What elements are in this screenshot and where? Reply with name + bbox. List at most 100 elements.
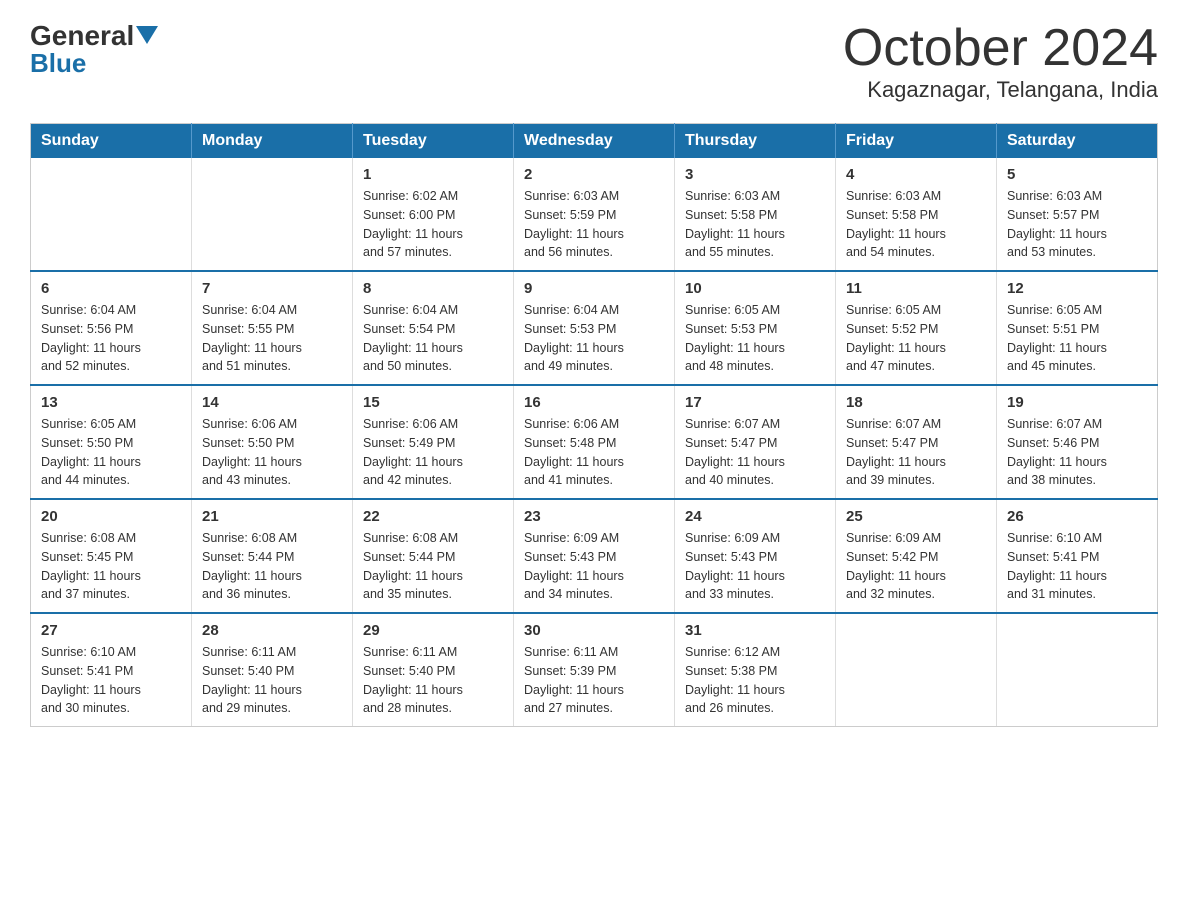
calendar-cell: 19Sunrise: 6:07 AM Sunset: 5:46 PM Dayli… xyxy=(997,385,1158,499)
day-info: Sunrise: 6:04 AM Sunset: 5:56 PM Dayligh… xyxy=(41,301,181,376)
day-number: 29 xyxy=(363,622,503,639)
calendar-cell: 14 Sunrise: 6:06 AM Sunset: 5:50 PM Dayli… xyxy=(192,385,353,499)
day-number: 9 xyxy=(524,280,664,297)
month-title: October 2024 xyxy=(843,20,1158,77)
day-number: 2 xyxy=(524,166,664,183)
calendar-cell: 18Sunrise: 6:07 AM Sunset: 5:47 PM Dayli… xyxy=(836,385,997,499)
day-info: Sunrise: 6:03 AM Sunset: 5:57 PM Dayligh… xyxy=(1007,187,1147,262)
calendar-cell xyxy=(192,158,353,271)
day-info: Sunrise: 6:10 AM Sunset: 5:41 PM Dayligh… xyxy=(41,643,181,718)
day-header-saturday: Saturday xyxy=(997,124,1158,159)
day-number: 6 xyxy=(41,280,181,297)
day-info: Sunrise: 6:08 AM Sunset: 5:44 PM Dayligh… xyxy=(202,529,342,604)
day-number: 28 xyxy=(202,622,342,639)
day-number: 4 xyxy=(846,166,986,183)
day-info: Sunrise: 6:02 AM Sunset: 6:00 PM Dayligh… xyxy=(363,187,503,262)
day-info: Sunrise: 6:03 AM Sunset: 5:58 PM Dayligh… xyxy=(685,187,825,262)
calendar-cell: 12Sunrise: 6:05 AM Sunset: 5:51 PM Dayli… xyxy=(997,271,1158,385)
day-number: 18 xyxy=(846,394,986,411)
day-info: Sunrise: 6:12 AM Sunset: 5:38 PM Dayligh… xyxy=(685,643,825,718)
day-header-sunday: Sunday xyxy=(31,124,192,159)
day-number: 15 xyxy=(363,394,503,411)
page-header: General Blue October 2024 Kagaznagar, Te… xyxy=(30,20,1158,103)
day-number: 1 xyxy=(363,166,503,183)
calendar-cell: 20 Sunrise: 6:08 AM Sunset: 5:45 PM Dayli… xyxy=(31,499,192,613)
day-info: Sunrise: 6:05 AM Sunset: 5:53 PM Dayligh… xyxy=(685,301,825,376)
day-info: Sunrise: 6:03 AM Sunset: 5:58 PM Dayligh… xyxy=(846,187,986,262)
day-number: 11 xyxy=(846,280,986,297)
day-number: 16 xyxy=(524,394,664,411)
day-number: 7 xyxy=(202,280,342,297)
day-number: 20 xyxy=(41,508,181,525)
location-title: Kagaznagar, Telangana, India xyxy=(843,77,1158,103)
calendar-cell: 5 Sunrise: 6:03 AM Sunset: 5:57 PM Daylig… xyxy=(997,158,1158,271)
calendar-cell: 8Sunrise: 6:04 AM Sunset: 5:54 PM Daylig… xyxy=(353,271,514,385)
day-number: 13 xyxy=(41,394,181,411)
day-info: Sunrise: 6:06 AM Sunset: 5:50 PM Dayligh… xyxy=(202,415,342,490)
calendar-week-row: 13Sunrise: 6:05 AM Sunset: 5:50 PM Dayli… xyxy=(31,385,1158,499)
calendar-cell: 9 Sunrise: 6:04 AM Sunset: 5:53 PM Daylig… xyxy=(514,271,675,385)
day-info: Sunrise: 6:11 AM Sunset: 5:39 PM Dayligh… xyxy=(524,643,664,718)
day-number: 21 xyxy=(202,508,342,525)
calendar-cell: 17Sunrise: 6:07 AM Sunset: 5:47 PM Dayli… xyxy=(675,385,836,499)
calendar-cell: 28Sunrise: 6:11 AM Sunset: 5:40 PM Dayli… xyxy=(192,613,353,727)
day-number: 12 xyxy=(1007,280,1147,297)
logo-triangle-icon xyxy=(136,26,158,48)
day-header-thursday: Thursday xyxy=(675,124,836,159)
day-header-wednesday: Wednesday xyxy=(514,124,675,159)
calendar-cell: 16 Sunrise: 6:06 AM Sunset: 5:48 PM Dayli… xyxy=(514,385,675,499)
calendar-header-row: SundayMondayTuesdayWednesdayThursdayFrid… xyxy=(31,124,1158,159)
calendar-week-row: 20 Sunrise: 6:08 AM Sunset: 5:45 PM Dayli… xyxy=(31,499,1158,613)
calendar-cell: 11 Sunrise: 6:05 AM Sunset: 5:52 PM Dayli… xyxy=(836,271,997,385)
day-number: 24 xyxy=(685,508,825,525)
day-number: 3 xyxy=(685,166,825,183)
calendar-week-row: 27 Sunrise: 6:10 AM Sunset: 5:41 PM Dayli… xyxy=(31,613,1158,727)
day-info: Sunrise: 6:04 AM Sunset: 5:53 PM Dayligh… xyxy=(524,301,664,376)
calendar-cell xyxy=(31,158,192,271)
calendar-cell: 2 Sunrise: 6:03 AM Sunset: 5:59 PM Daylig… xyxy=(514,158,675,271)
logo: General Blue xyxy=(30,20,158,79)
day-info: Sunrise: 6:04 AM Sunset: 5:55 PM Dayligh… xyxy=(202,301,342,376)
calendar-cell: 23Sunrise: 6:09 AM Sunset: 5:43 PM Dayli… xyxy=(514,499,675,613)
day-number: 31 xyxy=(685,622,825,639)
day-number: 30 xyxy=(524,622,664,639)
day-info: Sunrise: 6:11 AM Sunset: 5:40 PM Dayligh… xyxy=(363,643,503,718)
calendar-cell: 25Sunrise: 6:09 AM Sunset: 5:42 PM Dayli… xyxy=(836,499,997,613)
day-number: 8 xyxy=(363,280,503,297)
logo-text-blue: Blue xyxy=(30,48,86,79)
day-header-monday: Monday xyxy=(192,124,353,159)
calendar-cell: 3 Sunrise: 6:03 AM Sunset: 5:58 PM Daylig… xyxy=(675,158,836,271)
day-number: 26 xyxy=(1007,508,1147,525)
day-header-tuesday: Tuesday xyxy=(353,124,514,159)
day-header-friday: Friday xyxy=(836,124,997,159)
calendar-cell xyxy=(997,613,1158,727)
title-area: October 2024 Kagaznagar, Telangana, Indi… xyxy=(843,20,1158,103)
calendar-week-row: 1 Sunrise: 6:02 AM Sunset: 6:00 PM Daylig… xyxy=(31,158,1158,271)
calendar-cell: 26 Sunrise: 6:10 AM Sunset: 5:41 PM Dayli… xyxy=(997,499,1158,613)
day-info: Sunrise: 6:06 AM Sunset: 5:48 PM Dayligh… xyxy=(524,415,664,490)
calendar-cell: 24Sunrise: 6:09 AM Sunset: 5:43 PM Dayli… xyxy=(675,499,836,613)
calendar-cell: 29 Sunrise: 6:11 AM Sunset: 5:40 PM Dayli… xyxy=(353,613,514,727)
calendar-cell: 15Sunrise: 6:06 AM Sunset: 5:49 PM Dayli… xyxy=(353,385,514,499)
day-number: 10 xyxy=(685,280,825,297)
calendar-cell: 30 Sunrise: 6:11 AM Sunset: 5:39 PM Dayli… xyxy=(514,613,675,727)
day-info: Sunrise: 6:08 AM Sunset: 5:45 PM Dayligh… xyxy=(41,529,181,604)
day-info: Sunrise: 6:07 AM Sunset: 5:46 PM Dayligh… xyxy=(1007,415,1147,490)
calendar-table: SundayMondayTuesdayWednesdayThursdayFrid… xyxy=(30,123,1158,727)
calendar-cell: 22Sunrise: 6:08 AM Sunset: 5:44 PM Dayli… xyxy=(353,499,514,613)
day-info: Sunrise: 6:10 AM Sunset: 5:41 PM Dayligh… xyxy=(1007,529,1147,604)
day-info: Sunrise: 6:09 AM Sunset: 5:43 PM Dayligh… xyxy=(524,529,664,604)
day-info: Sunrise: 6:05 AM Sunset: 5:52 PM Dayligh… xyxy=(846,301,986,376)
day-info: Sunrise: 6:08 AM Sunset: 5:44 PM Dayligh… xyxy=(363,529,503,604)
calendar-cell: 13Sunrise: 6:05 AM Sunset: 5:50 PM Dayli… xyxy=(31,385,192,499)
day-number: 5 xyxy=(1007,166,1147,183)
day-number: 14 xyxy=(202,394,342,411)
day-info: Sunrise: 6:03 AM Sunset: 5:59 PM Dayligh… xyxy=(524,187,664,262)
calendar-week-row: 6 Sunrise: 6:04 AM Sunset: 5:56 PM Daylig… xyxy=(31,271,1158,385)
calendar-cell: 7 Sunrise: 6:04 AM Sunset: 5:55 PM Daylig… xyxy=(192,271,353,385)
calendar-cell: 4 Sunrise: 6:03 AM Sunset: 5:58 PM Daylig… xyxy=(836,158,997,271)
calendar-cell: 21 Sunrise: 6:08 AM Sunset: 5:44 PM Dayli… xyxy=(192,499,353,613)
day-number: 27 xyxy=(41,622,181,639)
day-info: Sunrise: 6:07 AM Sunset: 5:47 PM Dayligh… xyxy=(685,415,825,490)
calendar-cell: 6 Sunrise: 6:04 AM Sunset: 5:56 PM Daylig… xyxy=(31,271,192,385)
